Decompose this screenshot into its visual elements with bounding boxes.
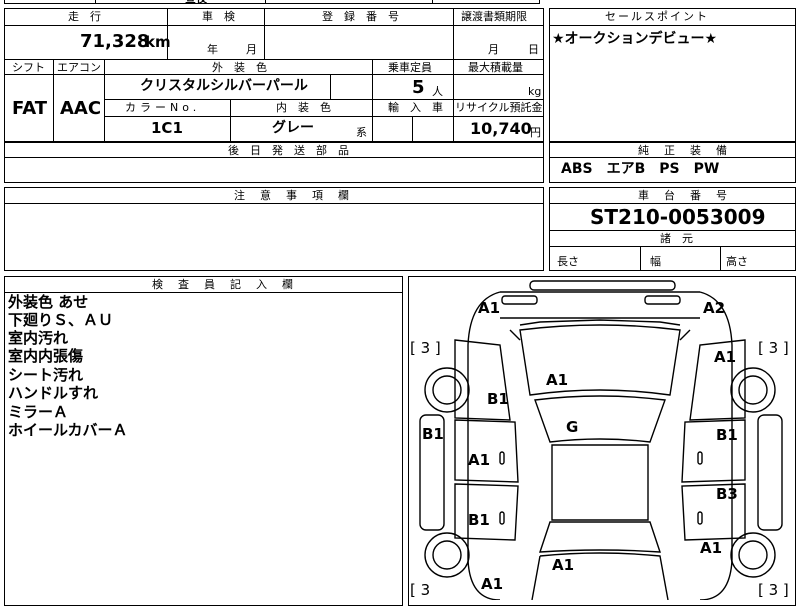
inspector-line-8: ホイールカバーＡ — [8, 421, 128, 439]
mark-right-quarter: A1 — [700, 539, 723, 557]
interior-color-value: グレー — [272, 120, 314, 136]
max-load-label: 最大積載量 — [468, 61, 523, 74]
transfer-docs-label: 譲渡書類期限 — [461, 10, 527, 23]
top-strip — [4, 0, 540, 4]
aircon-value: AAC — [60, 98, 102, 119]
notes-label: 注 意 事 項 欄 — [234, 189, 351, 202]
mark-roof: G — [566, 418, 579, 436]
inspection-year-unit: 年 — [207, 43, 218, 56]
mark-left-rear-door: B1 — [468, 511, 490, 529]
genuine-equipment-value: ABS エアB PS PW — [561, 161, 720, 177]
mark-tyre-front-left: [ 3 ] — [410, 339, 441, 357]
mark-tyre-rear-left: [ 3 — [410, 581, 431, 599]
capacity-label: 乗車定員 — [388, 61, 432, 74]
mark-right-rear-door: B3 — [716, 485, 738, 503]
aircon-label: エアコン — [57, 61, 101, 74]
recycle-value: 10,740 — [470, 119, 532, 138]
mileage-unit: km — [145, 33, 171, 51]
mark-front-left-corner: A1 — [478, 299, 501, 317]
exterior-color-label: 外 装 色 — [212, 61, 267, 74]
mileage-label: 走 行 — [68, 10, 101, 23]
inspector-line-7: ミラーＡ — [8, 403, 69, 421]
inspection-label: 車 検 — [202, 10, 235, 23]
dimensions-label: 諸 元 — [660, 232, 693, 245]
inspector-line-4: 室内内張傷 — [8, 347, 84, 365]
inspector-line-1: 外装色 あせ — [8, 293, 89, 311]
exterior-color-value: クリスタルシルバーパール — [140, 78, 308, 94]
max-load-unit: kg — [528, 85, 542, 98]
sales-point-label: セールスポイント — [605, 10, 709, 23]
recycle-unit: 円 — [530, 126, 541, 139]
transfer-day-unit: 日 — [528, 43, 539, 56]
inspector-line-2: 下廻りＳ、ＡＵ — [8, 311, 114, 329]
capacity-unit: 人 — [432, 85, 443, 98]
mark-left-fender: B1 — [487, 390, 509, 408]
interior-color-label: 内 装 色 — [276, 101, 331, 114]
mileage-value: 71,328 — [80, 31, 150, 52]
capacity-value: 5 — [412, 77, 425, 98]
mark-front-right-corner: A2 — [703, 299, 726, 317]
color-no-label: カラーNo. — [125, 101, 201, 114]
chassis-value: ST210-0053009 — [590, 205, 766, 229]
sales-point-box — [549, 8, 796, 142]
chassis-label: 車 台 番 号 — [638, 189, 729, 202]
mark-trunk: A1 — [552, 556, 575, 574]
mark-left-side: B1 — [422, 425, 444, 443]
mark-right-front-door: B1 — [716, 426, 738, 444]
mark-tyre-front-right: [ 3 ] — [758, 339, 789, 357]
length-label: 長さ — [557, 255, 579, 268]
shift-value: FAT — [12, 98, 48, 119]
width-label: 幅 — [650, 255, 661, 268]
mark-right-fender: A1 — [714, 348, 737, 366]
height-label: 高さ — [726, 255, 748, 268]
inspector-label: 検 査 員 記 入 欄 — [152, 278, 295, 291]
mark-bonnet: A1 — [546, 371, 569, 389]
later-parts-label: 後 日 発 送 部 品 — [228, 144, 349, 157]
shift-label: シフト — [12, 61, 45, 74]
inspector-line-5: シート汚れ — [8, 366, 84, 384]
registration-label: 登 録 番 号 — [322, 10, 399, 23]
import-label: 輸 入 車 — [388, 101, 443, 114]
inspector-line-3: 室内汚れ — [8, 329, 69, 347]
recycle-label: リサイクル預託金 — [455, 101, 543, 114]
color-no-value: 1C1 — [151, 119, 183, 137]
inspection-month-unit: 月 — [246, 43, 257, 56]
mark-left-front-door: A1 — [468, 451, 491, 469]
inspector-line-6: ハンドルすれ — [8, 384, 99, 402]
transfer-month-unit: 月 — [488, 43, 499, 56]
interior-color-suffix: 系 — [356, 126, 367, 139]
header-partial-text: 昼夜 — [185, 0, 207, 4]
mark-left-rear-corner: A1 — [481, 575, 504, 593]
genuine-equipment-label: 純 正 装 備 — [638, 144, 729, 157]
sales-point-text: ★オークションデビュー★ — [552, 31, 718, 47]
mark-tyre-rear-right: [ 3 ] — [758, 581, 789, 599]
